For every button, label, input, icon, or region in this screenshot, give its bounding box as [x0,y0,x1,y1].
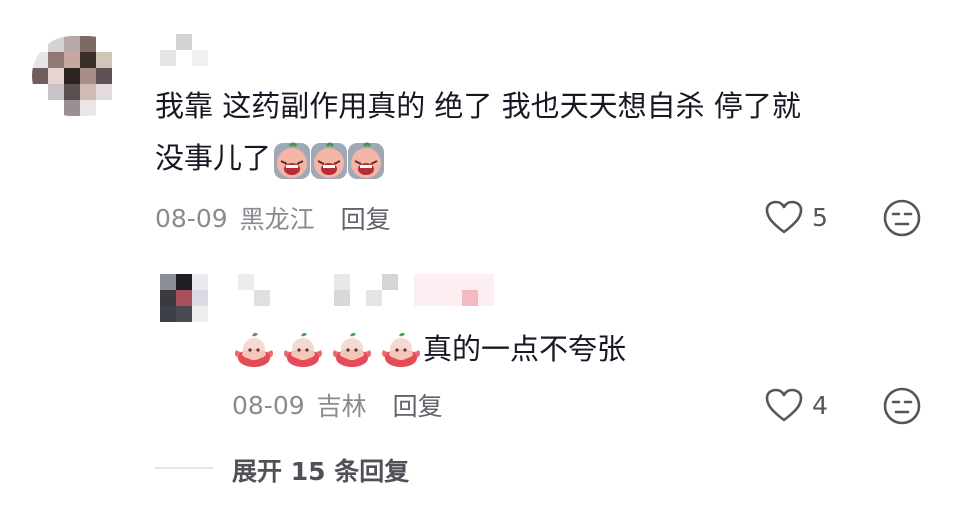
avatar-pixel [64,84,80,100]
emoji-group [273,141,385,179]
avatar-pixel [96,100,112,116]
dislike-button[interactable] [882,198,922,242]
avatar-pixel [160,290,176,306]
peach-bun-emoji [330,330,374,368]
like-count: 5 [812,202,828,232]
reply-button[interactable]: 回复 [341,200,391,236]
reply-to-reply-button[interactable]: 回复 [393,387,443,423]
avatar-pixel [192,306,208,322]
crying-face-emoji [273,141,311,179]
comment-date: 08-09 [155,203,228,233]
replier-username[interactable] [238,274,498,306]
reply-like-count: 4 [812,390,828,420]
avatar-pixel [32,100,48,116]
avatar-pixel [96,68,112,84]
avatar-pixel [32,52,48,68]
expand-divider [155,467,213,469]
avatar-pixel [80,100,96,116]
avatar-pixel [80,84,96,100]
avatar-pixel [48,68,64,84]
commenter-avatar[interactable] [32,36,128,116]
heart-icon [764,387,804,423]
reply-text: 真的一点不夸张 [423,332,627,366]
avatar-pixel [80,36,96,52]
avatar-pixel [64,36,80,52]
reply-location: 吉林 [316,392,367,421]
avatar-pixel [32,68,48,84]
avatar-pixel [80,68,96,84]
comment-text-line2: 没事儿了 [155,141,272,175]
avatar-pixel [176,290,192,306]
avatar-pixel [192,274,208,290]
peach-bun-emoji [379,330,423,368]
avatar-pixel [112,100,128,116]
avatar-pixel [160,306,176,322]
neutral-face-icon [882,386,922,426]
avatar-pixel [96,84,112,100]
avatar-pixel [64,52,80,68]
avatar-pixel [112,84,128,100]
like-button[interactable]: 5 [764,199,828,235]
reply-date: 08-09 [232,390,305,420]
avatar-pixel [112,36,128,52]
avatar-pixel [176,306,192,322]
avatar-pixel [48,84,64,100]
peach-bun-emoji [281,330,325,368]
emoji-group [232,330,423,368]
crying-face-emoji [310,141,348,179]
avatar-pixel [160,274,176,290]
avatar-pixel [112,68,128,84]
comment-location: 黑龙江 [239,205,315,234]
avatar-pixel [176,274,192,290]
avatar-pixel [32,36,48,52]
replier-avatar[interactable] [160,274,208,322]
neutral-face-icon [882,198,922,238]
reply-dislike-button[interactable] [882,386,922,430]
heart-icon [764,199,804,235]
avatar-pixel [112,52,128,68]
commenter-username[interactable] [160,34,208,66]
avatar-pixel [96,52,112,68]
avatar-pixel [48,52,64,68]
avatar-pixel [80,52,96,68]
avatar-pixel [64,100,80,116]
avatar-pixel [32,84,48,100]
avatar-pixel [64,68,80,84]
crying-face-emoji [347,141,385,179]
avatar-pixel [96,36,112,52]
avatar-pixel [48,100,64,116]
peach-bun-emoji [232,330,276,368]
reply-like-button[interactable]: 4 [764,387,828,423]
avatar-pixel [48,36,64,52]
avatar-pixel [192,290,208,306]
comment-text-line1: 我靠 这药副作用真的 绝了 我也天天想自杀 停了就 [155,89,801,123]
expand-replies-button[interactable]: 展开 15 条回复 [232,452,409,488]
